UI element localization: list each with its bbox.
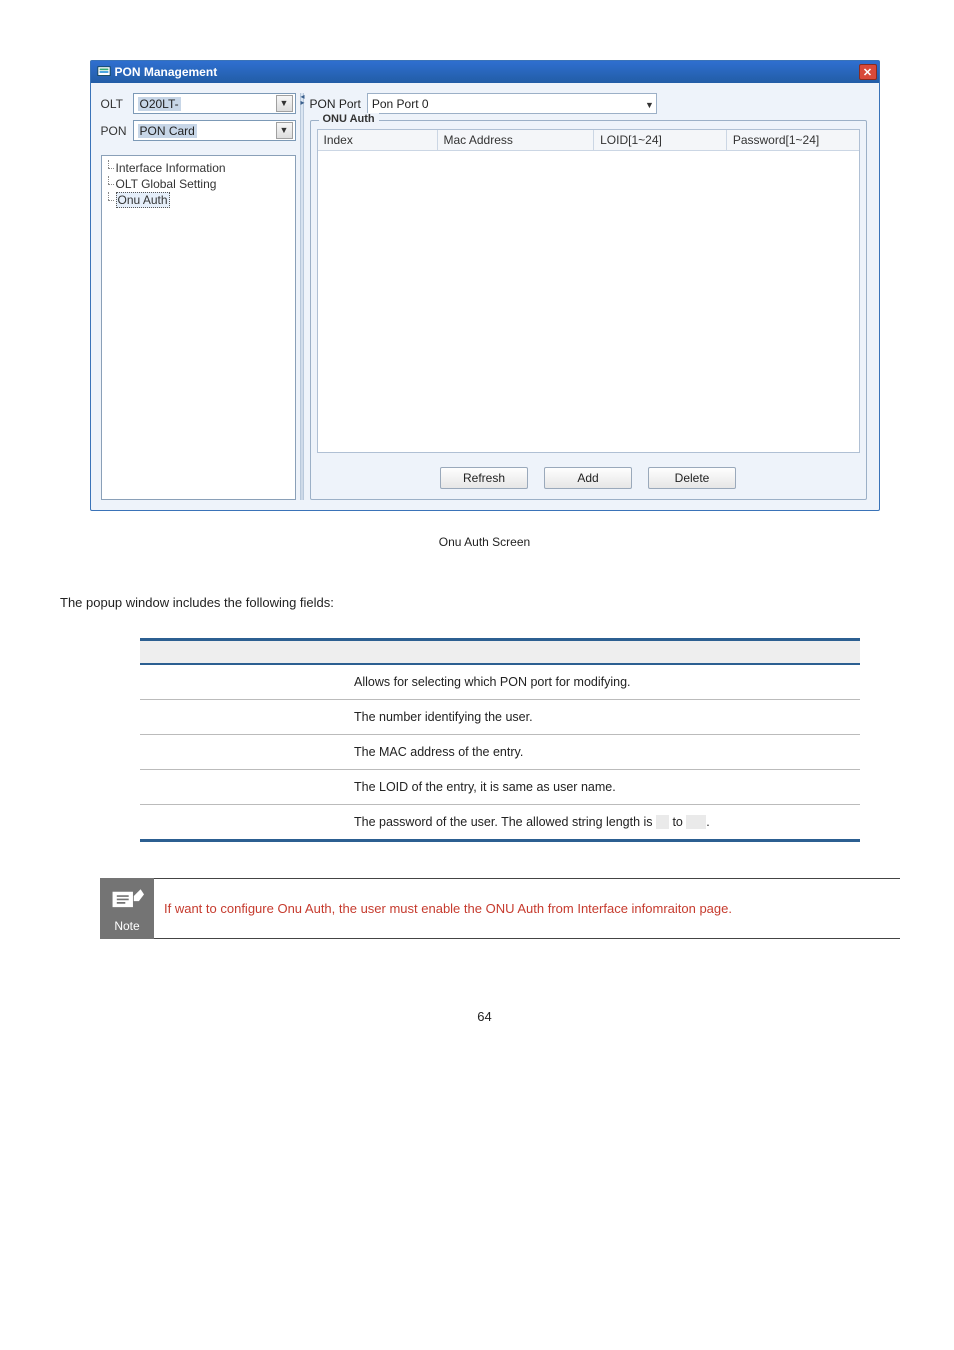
pon-management-window: PON Management ✕ OLT O20LT- ▼ PON: [90, 60, 880, 511]
placeholder-max: 24: [686, 815, 706, 829]
left-pane: OLT O20LT- ▼ PON PON Card ▼: [101, 93, 296, 500]
note-block: Note If want to configure Onu Auth, the …: [100, 878, 900, 939]
table-row: The MAC address of the entry.: [140, 734, 860, 769]
pon-label: PON: [101, 124, 129, 138]
pon-select[interactable]: PON Card ▼: [133, 120, 296, 141]
table-row: Allows for selecting which PON port for …: [140, 664, 860, 700]
right-pane: PON Port Pon Port 0 ▼ ONU Auth Index Mac…: [308, 93, 869, 500]
note-text: If want to configure Onu Auth, the user …: [154, 878, 900, 939]
col-index[interactable]: Index: [318, 130, 438, 150]
grid-body: [318, 151, 859, 452]
pon-port-arrow[interactable]: ▼: [645, 97, 654, 111]
olt-select[interactable]: O20LT- ▼: [133, 93, 296, 114]
fields-table: Allows for selecting which PON port for …: [140, 638, 860, 842]
grid-header: Index Mac Address LOID[1~24] Password[1~…: [318, 130, 859, 151]
splitter[interactable]: ◂▸: [300, 93, 304, 500]
app-icon: [97, 65, 111, 79]
table-row: The LOID of the entry, it is same as use…: [140, 769, 860, 804]
note-badge: Note: [100, 878, 154, 939]
pon-port-label: PON Port: [310, 97, 361, 111]
tree-item-interface-info[interactable]: Interface Information: [108, 160, 289, 176]
pon-select-arrow[interactable]: ▼: [276, 122, 293, 139]
chevron-down-icon: ▼: [645, 100, 654, 110]
tree-item-olt-global[interactable]: OLT Global Setting: [108, 176, 289, 192]
add-button[interactable]: Add: [544, 467, 632, 489]
intro-text: The popup window includes the following …: [60, 595, 909, 610]
pon-select-value: PON Card: [138, 124, 197, 138]
chevron-down-icon: ▼: [280, 126, 289, 135]
onu-auth-group: ONU Auth Index Mac Address LOID[1~24] Pa…: [310, 120, 867, 500]
pon-port-value: Pon Port 0: [372, 97, 645, 111]
titlebar[interactable]: PON Management ✕: [91, 61, 879, 83]
delete-button[interactable]: Delete: [648, 467, 736, 489]
tree-item-onu-auth[interactable]: Onu Auth: [108, 192, 289, 208]
close-button[interactable]: ✕: [859, 64, 877, 80]
olt-select-arrow[interactable]: ▼: [276, 95, 293, 112]
nav-tree: Interface Information OLT Global Setting…: [101, 155, 296, 500]
refresh-button[interactable]: Refresh: [440, 467, 528, 489]
group-legend: ONU Auth: [319, 113, 379, 125]
onu-auth-grid: Index Mac Address LOID[1~24] Password[1~…: [317, 129, 860, 453]
col-loid[interactable]: LOID[1~24]: [594, 130, 727, 150]
pon-port-select[interactable]: Pon Port 0 ▼: [367, 93, 657, 114]
close-icon: ✕: [863, 66, 872, 79]
col-mac[interactable]: Mac Address: [438, 130, 595, 150]
chevron-down-icon: ▼: [280, 99, 289, 108]
olt-select-value: O20LT-: [138, 97, 181, 111]
figure-caption: Onu Auth Screen: [60, 535, 909, 549]
table-header-row: [140, 640, 860, 664]
splitter-handle-icon: ◂▸: [300, 93, 306, 107]
table-row: The number identifying the user.: [140, 699, 860, 734]
page-number: 64: [60, 1009, 909, 1024]
note-label: Note: [114, 919, 139, 933]
window-title: PON Management: [115, 65, 218, 79]
table-row: The password of the user. The allowed st…: [140, 804, 860, 840]
placeholder-min: 1: [656, 815, 669, 829]
note-icon: [110, 887, 144, 917]
olt-label: OLT: [101, 97, 129, 111]
col-password[interactable]: Password[1~24]: [727, 130, 859, 150]
